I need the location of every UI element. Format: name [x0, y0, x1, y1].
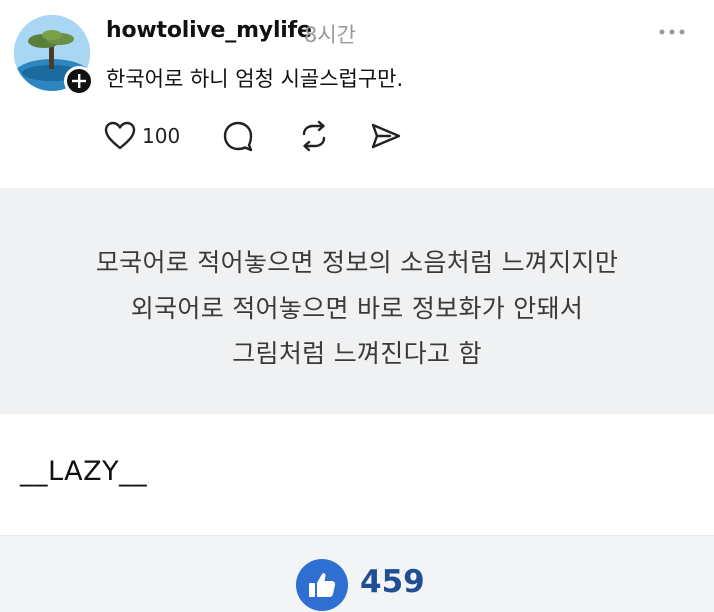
like-button[interactable]: 100 [104, 116, 180, 156]
more-icon [659, 29, 685, 35]
quote-line: 외국어로 적어놓으면 바로 정보화가 안돼서 [130, 294, 584, 323]
like-count: 100 [142, 124, 181, 148]
repost-button[interactable] [298, 116, 330, 156]
post-card: howtolive_mylife 8시간 한국어로 하니 엄청 시골스럽구만. … [0, 0, 714, 188]
repost-icon [302, 120, 326, 152]
thumbs-up-icon [309, 573, 336, 597]
send-icon [371, 123, 401, 149]
plus-icon [72, 74, 86, 88]
vote-count: 459 [360, 564, 425, 600]
comment-button[interactable] [222, 116, 254, 156]
quote-box: 모국어로 적어놓으면 정보의 소음처럼 느껴지지만 외국어로 적어놓으면 바로 … [0, 188, 714, 414]
follow-plus-button[interactable] [64, 66, 94, 96]
action-bar: 100 [104, 116, 424, 156]
quote-line: 그림처럼 느껴진다고 함 [232, 339, 482, 368]
post-text: 한국어로 하니 엄청 시골스럽구만. [106, 67, 404, 91]
vote-footer: 459 [0, 535, 714, 612]
heart-icon [104, 121, 136, 150]
timestamp: 8시간 [304, 23, 357, 47]
comment-icon [223, 121, 253, 152]
more-options-button[interactable] [659, 22, 685, 42]
share-button[interactable] [370, 116, 402, 156]
author-name: __LAZY__ [20, 456, 148, 487]
username[interactable]: howtolive_mylife [106, 18, 312, 43]
upvote-button[interactable] [296, 559, 348, 611]
quote-line: 모국어로 적어놓으면 정보의 소음처럼 느껴지지만 [95, 248, 619, 277]
